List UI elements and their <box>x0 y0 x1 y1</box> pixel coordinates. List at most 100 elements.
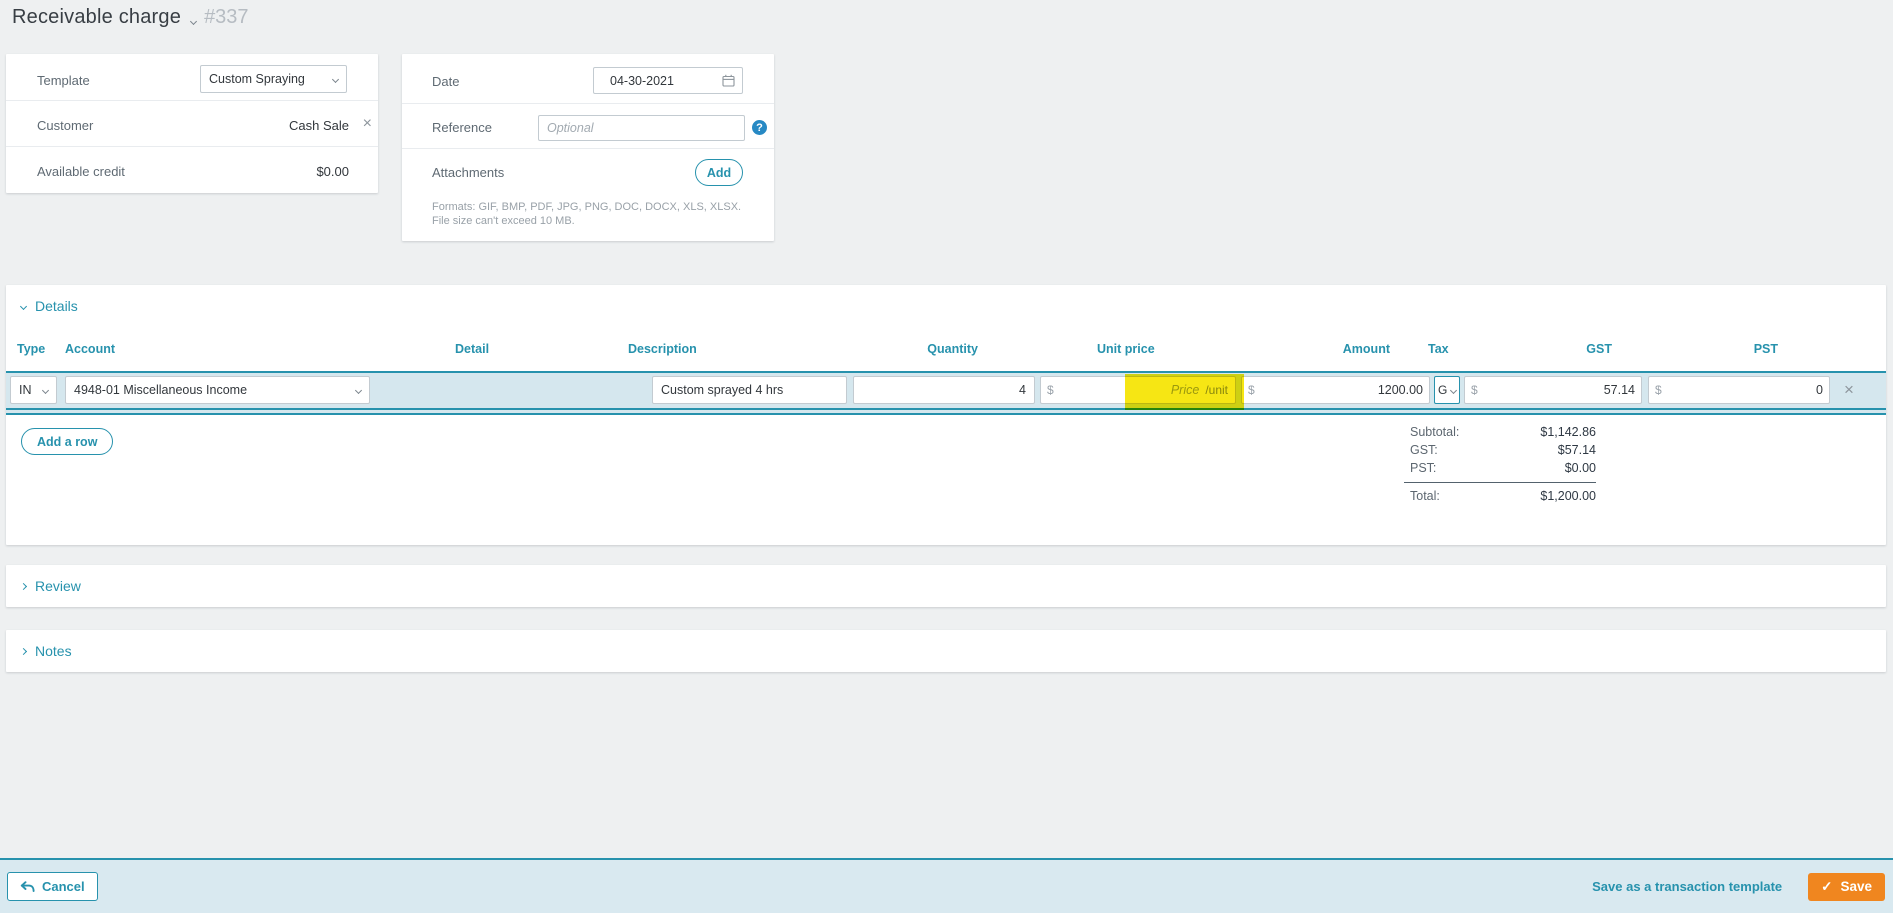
line-gst-field: $ <box>1464 376 1642 404</box>
currency-prefix: $ <box>1465 383 1478 397</box>
available-credit-label: Available credit <box>37 164 125 179</box>
column-header-detail: Detail <box>455 342 489 356</box>
notes-section-toggle[interactable]: Notes <box>21 643 72 659</box>
attachments-label: Attachments <box>432 165 504 180</box>
date-reference-panel: Date Reference ? Attachments Add Formats… <box>402 54 774 241</box>
add-row-button[interactable]: Add a row <box>21 428 113 455</box>
unit-price-suffix: /unit <box>1205 383 1235 397</box>
line-amount-input[interactable] <box>1255 377 1429 403</box>
notes-section: Notes <box>6 630 1886 672</box>
currency-prefix: $ <box>1649 383 1662 397</box>
review-section: Review <box>6 565 1886 607</box>
date-label: Date <box>432 74 459 89</box>
totals-divider <box>1404 482 1596 483</box>
reference-field <box>538 115 745 141</box>
customer-label: Customer <box>37 118 93 133</box>
chevron-right-icon <box>20 647 27 654</box>
divider <box>402 148 774 149</box>
review-section-title: Review <box>35 578 81 594</box>
subtotal-label: Subtotal: <box>1410 425 1459 439</box>
details-section-toggle[interactable]: Details <box>21 298 78 314</box>
pst-total-value: $0.00 <box>1565 461 1596 475</box>
column-header-description: Description <box>628 342 697 356</box>
pst-total-row: PST: $0.00 <box>1404 459 1596 477</box>
details-section: Details Type Account Detail Description … <box>6 285 1886 545</box>
template-select-value: Custom Spraying <box>209 72 305 86</box>
customer-value: Cash Sale <box>289 118 349 133</box>
pst-total-label: PST: <box>1410 461 1436 475</box>
line-tax-select[interactable]: G <box>1434 376 1460 404</box>
line-description-input[interactable] <box>652 376 847 404</box>
line-pst-input[interactable] <box>1662 377 1829 403</box>
line-quantity-input[interactable] <box>853 376 1035 404</box>
column-header-tax: Tax <box>1428 342 1449 356</box>
gst-total-label: GST: <box>1410 443 1438 457</box>
title-dropdown-caret[interactable] <box>191 11 196 29</box>
chevron-down-icon <box>1450 386 1457 393</box>
column-header-type: Type <box>17 342 45 356</box>
column-header-account: Account <box>65 342 115 356</box>
currency-prefix: $ <box>1242 383 1255 397</box>
footer-right-group: Save as a transaction template ✓ Save <box>1592 873 1885 901</box>
line-description-field <box>652 376 847 404</box>
chevron-down-icon <box>355 386 362 393</box>
divider <box>6 146 378 147</box>
column-header-gst: GST <box>1586 342 1612 356</box>
save-button[interactable]: ✓ Save <box>1808 873 1885 901</box>
reference-input[interactable] <box>538 115 745 141</box>
line-tax-value: G <box>1438 383 1447 397</box>
line-pst-field: $ <box>1648 376 1830 404</box>
chevron-right-icon <box>20 582 27 589</box>
subtotal-value: $1,142.86 <box>1540 425 1596 439</box>
line-type-value: IN <box>19 383 32 397</box>
details-column-headers: Type Account Detail Description Quantity… <box>6 342 1886 360</box>
calendar-icon[interactable] <box>722 74 735 87</box>
cancel-button-label: Cancel <box>42 879 85 894</box>
chevron-down-icon <box>332 75 339 82</box>
document-number: #337 <box>204 6 249 29</box>
template-customer-panel: Template Custom Spraying Customer Cash S… <box>6 54 378 193</box>
chevron-down-icon <box>42 386 49 393</box>
column-header-pst: PST <box>1754 342 1778 356</box>
save-button-label: Save <box>1840 879 1872 894</box>
line-account-value: 4948-01 Miscellaneous Income <box>74 383 247 397</box>
chevron-down-icon <box>20 302 27 309</box>
line-gst-input[interactable] <box>1478 377 1641 403</box>
line-account-select[interactable]: 4948-01 Miscellaneous Income <box>65 376 370 404</box>
line-amount-field: $ <box>1241 376 1430 404</box>
line-unit-price-input[interactable] <box>1054 377 1206 403</box>
clear-customer-icon[interactable]: × <box>363 115 372 133</box>
save-as-template-link[interactable]: Save as a transaction template <box>1592 879 1782 894</box>
row-insert-indicator <box>6 410 1886 415</box>
notes-section-title: Notes <box>35 643 72 659</box>
line-item-row: IN 4948-01 Miscellaneous Income $ /unit … <box>6 371 1886 410</box>
currency-prefix: $ <box>1041 383 1054 397</box>
cancel-button[interactable]: Cancel <box>7 872 98 901</box>
add-attachment-button[interactable]: Add <box>695 159 743 186</box>
divider <box>402 103 774 104</box>
date-input[interactable] <box>593 67 743 94</box>
totals-block: Subtotal: $1,142.86 GST: $57.14 PST: $0.… <box>1404 423 1596 505</box>
template-select[interactable]: Custom Spraying <box>200 65 347 93</box>
help-icon[interactable]: ? <box>752 120 767 135</box>
details-section-title: Details <box>35 298 78 314</box>
receivable-charge-page: Receivable charge #337 Template Custom S… <box>0 0 1893 913</box>
line-unit-price-field: $ /unit <box>1040 376 1236 404</box>
line-type-select[interactable]: IN <box>10 376 57 404</box>
remove-row-icon[interactable]: × <box>1844 379 1854 401</box>
reference-label: Reference <box>432 120 492 135</box>
column-header-quantity: Quantity <box>927 342 978 356</box>
total-label: Total: <box>1410 489 1440 503</box>
date-field[interactable] <box>593 67 743 94</box>
column-header-amount: Amount <box>1343 342 1390 356</box>
page-header: Receivable charge #337 <box>12 6 249 29</box>
template-label: Template <box>37 73 90 88</box>
available-credit-value: $0.00 <box>316 164 349 179</box>
total-row: Total: $1,200.00 <box>1404 487 1596 505</box>
review-section-toggle[interactable]: Review <box>21 578 81 594</box>
gst-total-row: GST: $57.14 <box>1404 441 1596 459</box>
undo-icon <box>20 881 35 893</box>
chevron-down-icon <box>190 17 197 24</box>
subtotal-row: Subtotal: $1,142.86 <box>1404 423 1596 441</box>
gst-total-value: $57.14 <box>1558 443 1596 457</box>
